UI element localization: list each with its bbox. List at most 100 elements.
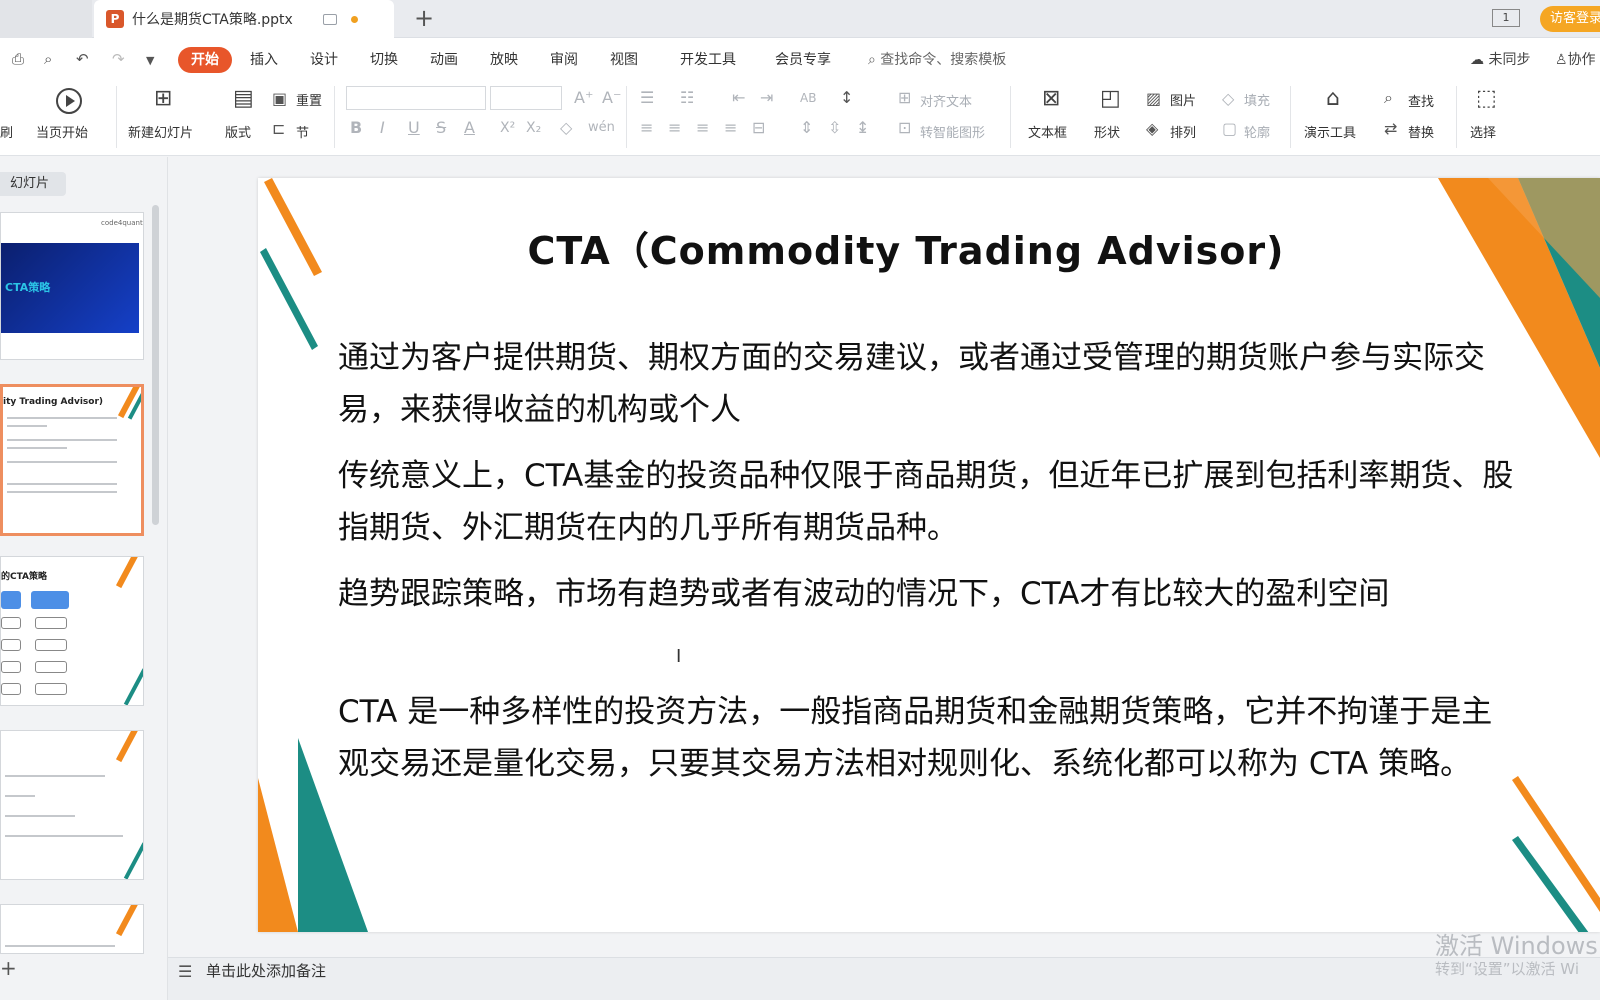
fill-button[interactable]: 填充	[1244, 90, 1270, 109]
new-slide-icon[interactable]: ⊞	[154, 88, 172, 110]
slide-thumbnail-4[interactable]	[0, 730, 144, 880]
new-tab-button[interactable]: +	[414, 6, 434, 30]
textbox-icon[interactable]: ⊠	[1042, 88, 1060, 110]
eraser-icon[interactable]: ◇	[560, 120, 572, 136]
font-color-button[interactable]: A	[464, 120, 475, 136]
tab-design[interactable]: 设计	[310, 48, 338, 72]
notes-bar[interactable]	[168, 957, 1600, 1000]
tab-animation[interactable]: 动画	[430, 48, 458, 72]
picture-icon[interactable]: ▨	[1146, 91, 1161, 107]
spacing-dropdown-icon[interactable]: ↨	[856, 120, 869, 136]
picture-button[interactable]: 图片	[1170, 90, 1196, 109]
outline-button[interactable]: 轮廓	[1244, 122, 1270, 141]
shape-icon[interactable]: ◰	[1100, 88, 1121, 110]
strikethrough-button[interactable]: S	[436, 120, 446, 136]
tab-developer[interactable]: 开发工具	[680, 48, 736, 72]
convert-smartart-button[interactable]: 转智能图形	[920, 122, 985, 141]
visitor-login-button[interactable]: 访客登录	[1540, 6, 1600, 32]
tab-transition[interactable]: 切换	[370, 48, 398, 72]
shape-button[interactable]: 形状	[1094, 122, 1120, 141]
document-tab[interactable]: P 什么是期货CTA策略.pptx	[94, 0, 394, 38]
slide-thumbnail-3[interactable]: 的CTA策略	[0, 556, 144, 706]
current-slide[interactable]: CTA（Commodity Trading Advisor) 通过为客户提供期货…	[258, 178, 1600, 932]
slides-panel-tab[interactable]: 幻灯片	[0, 172, 66, 196]
decrease-indent-icon[interactable]: ⇤	[732, 90, 745, 106]
collaborate-button[interactable]: ♙协作	[1555, 48, 1596, 72]
reset-icon[interactable]: ▣	[272, 91, 287, 107]
command-search[interactable]: ⌕ 查找命令、搜索模板	[868, 48, 1006, 72]
align-right-icon[interactable]: ≡	[696, 120, 709, 136]
bullet-list-icon[interactable]: ☰	[640, 90, 654, 106]
superscript-button[interactable]: X²	[500, 120, 515, 136]
slide-thumbnail-1[interactable]: code4quant CTA策略	[0, 212, 144, 360]
line-spacing-icon[interactable]: ↕	[840, 90, 853, 106]
italic-button[interactable]: I	[380, 120, 385, 136]
print-icon[interactable]: ⎙	[12, 50, 24, 68]
slides-panel-scrollbar[interactable]	[152, 205, 159, 525]
monitor-icon[interactable]	[322, 13, 337, 25]
phonetic-guide-button[interactable]: wén	[588, 120, 615, 136]
play-icon[interactable]	[56, 88, 82, 114]
presentation-tools-button[interactable]: 演示工具	[1304, 122, 1356, 141]
arrange-button[interactable]: 排列	[1170, 122, 1196, 141]
font-size-select[interactable]	[490, 86, 562, 110]
outline-icon[interactable]: ▢	[1222, 121, 1237, 137]
print-preview-icon[interactable]: ⌕	[44, 50, 52, 68]
find-button[interactable]: 查找	[1408, 91, 1434, 110]
add-slide-button[interactable]: +	[0, 956, 17, 980]
bold-button[interactable]: B	[350, 120, 362, 136]
slide-paragraph-4[interactable]: CTA 是一种多样性的投资方法，一般指商品期货和金融期货策略，它并不拘谨于是主观…	[338, 686, 1518, 790]
align-text-button[interactable]: 对齐文本	[920, 91, 972, 110]
smartart-icon[interactable]: ⊡	[898, 120, 911, 136]
slide-thumbnail-5[interactable]	[0, 904, 144, 954]
section-icon[interactable]: ⊏	[272, 121, 285, 137]
align-text-icon[interactable]: ⊞	[898, 90, 911, 106]
replace-icon[interactable]: ⇄	[1384, 121, 1397, 137]
column-spacing-icon[interactable]: ⇳	[828, 120, 841, 136]
align-left-icon[interactable]: ≡	[640, 120, 653, 136]
distributed-icon[interactable]: ⊟	[752, 120, 765, 136]
textbox-button[interactable]: 文本框	[1028, 122, 1067, 141]
fill-icon[interactable]: ◇	[1222, 91, 1234, 107]
find-icon[interactable]: ⌕	[1384, 90, 1393, 106]
layout-icon[interactable]: ▤	[233, 88, 254, 110]
reset-button[interactable]: 重置	[296, 90, 322, 109]
text-direction-icon[interactable]: AB	[800, 90, 816, 106]
tab-slideshow[interactable]: 放映	[490, 48, 518, 72]
format-painter-label[interactable]: 刷	[0, 122, 13, 141]
paragraph-spacing-icon[interactable]: ⇕	[800, 120, 813, 136]
sync-status[interactable]: ☁ 未同步	[1470, 48, 1530, 72]
undo-icon[interactable]: ↶	[76, 50, 89, 68]
quick-access-dropdown-icon[interactable]: ▼	[146, 54, 154, 67]
slide-paragraph-2[interactable]: 传统意义上，CTA基金的投资品种仅限于商品期货，但近年已扩展到包括利率期货、股指…	[338, 450, 1518, 554]
underline-button[interactable]: U	[408, 120, 420, 136]
numbered-list-icon[interactable]: ☷	[680, 90, 694, 106]
play-from-current-button[interactable]: 当页开始	[36, 122, 88, 141]
presentation-tools-icon[interactable]: ⌂	[1326, 88, 1340, 110]
decrease-font-icon[interactable]: A⁻	[602, 90, 621, 106]
new-slide-button[interactable]: 新建幻灯片	[128, 122, 193, 141]
arrange-icon[interactable]: ◈	[1146, 121, 1158, 137]
slide-title[interactable]: CTA（Commodity Trading Advisor)	[258, 220, 1554, 275]
notes-placeholder[interactable]: 单击此处添加备注	[206, 960, 326, 982]
tab-start[interactable]: 开始	[178, 47, 232, 73]
tab-view[interactable]: 视图	[610, 48, 638, 72]
replace-button[interactable]: 替换	[1408, 122, 1434, 141]
subscript-button[interactable]: X₂	[526, 120, 541, 136]
layout-button[interactable]: 版式	[225, 122, 251, 141]
tab-member[interactable]: 会员专享	[775, 48, 831, 72]
tab-insert[interactable]: 插入	[250, 48, 278, 72]
select-button[interactable]: 选择	[1470, 122, 1496, 141]
font-family-select[interactable]	[346, 86, 486, 110]
slide-paragraph-3[interactable]: 趋势跟踪策略，市场有趋势或者有波动的情况下，CTA才有比较大的盈利空间	[338, 568, 1518, 620]
justify-icon[interactable]: ≡	[724, 120, 737, 136]
window-count-badge[interactable]: 1	[1492, 9, 1520, 27]
redo-icon[interactable]: ↷	[112, 50, 125, 68]
slide-thumbnail-2[interactable]: ity Trading Advisor)	[0, 384, 144, 536]
select-icon[interactable]: ⬚	[1476, 88, 1497, 110]
slide-paragraph-1[interactable]: 通过为客户提供期货、期权方面的交易建议，或者通过受管理的期货账户参与实际交易，来…	[338, 332, 1518, 436]
tab-home[interactable]	[0, 0, 92, 38]
section-button[interactable]: 节	[296, 122, 309, 141]
increase-indent-icon[interactable]: ⇥	[760, 90, 773, 106]
increase-font-icon[interactable]: A⁺	[574, 90, 593, 106]
